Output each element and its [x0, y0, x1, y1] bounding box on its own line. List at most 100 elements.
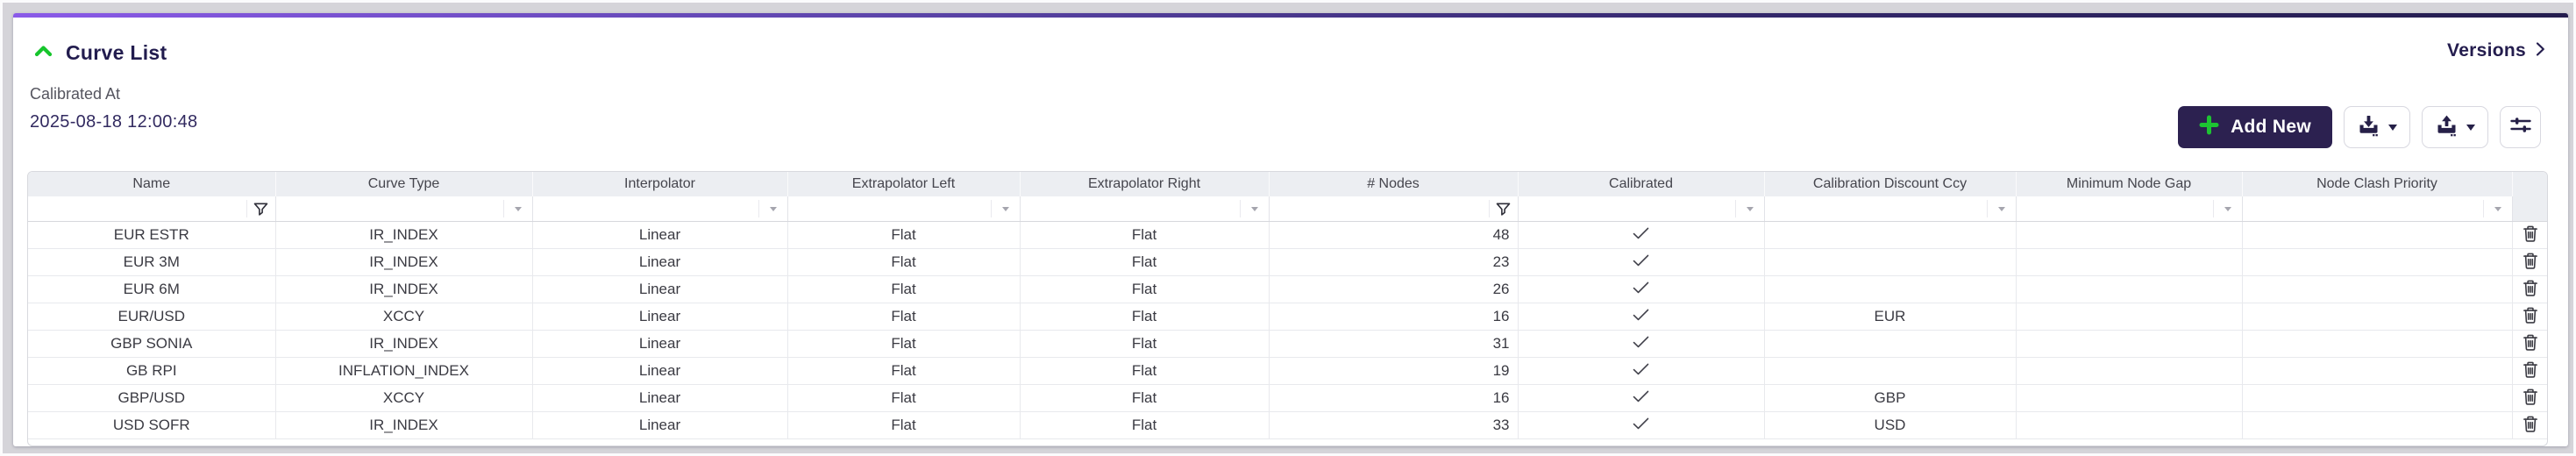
curve-table: Name Curve Type Interpolator Extrapolator L…: [27, 171, 2548, 446]
filter-input-nodes[interactable]: [1270, 198, 1498, 219]
cell-extrapolator_right: Flat: [1020, 248, 1270, 276]
table-row[interactable]: GB RPI INFLATION_INDEX Linear Flat Flat 19: [28, 357, 2547, 385]
column-header-extrapolator_left[interactable]: Extrapolator Left: [787, 172, 1021, 196]
delete-row-button[interactable]: [2520, 386, 2541, 410]
calibrated-at-value: 2025-08-18 12:00:48: [30, 112, 198, 132]
filter-input-interpolator[interactable]: [534, 198, 768, 219]
column-header-extrapolator_right[interactable]: Extrapolator Right: [1020, 172, 1270, 196]
cell-node_clash_priority: [2242, 275, 2513, 303]
cell-actions: [2512, 303, 2547, 331]
table-header-row: Name Curve Type Interpolator Extrapolator L…: [28, 172, 2547, 196]
cell-calibrated: [1518, 357, 1765, 385]
cell-minimum_node_gap: [2016, 221, 2243, 249]
cell-interpolator: Linear: [532, 275, 788, 303]
cell-interpolator: Linear: [532, 221, 788, 249]
filter-cell-calibration_discount_ccy[interactable]: [1764, 196, 2017, 222]
cell-nodes: 33: [1269, 411, 1519, 439]
filter-cell-minimum_node_gap[interactable]: [2016, 196, 2243, 222]
caret-down-icon[interactable]: [1239, 200, 1269, 217]
caret-down-icon[interactable]: [1986, 200, 2016, 217]
delete-row-button[interactable]: [2520, 223, 2541, 247]
table-row[interactable]: USD SOFR IR_INDEX Linear Flat Flat 33 USD: [28, 411, 2547, 439]
cell-curve_type: INFLATION_INDEX: [275, 357, 533, 385]
versions-link[interactable]: Versions: [2447, 40, 2545, 61]
trash-icon: [2523, 388, 2538, 409]
funnel-filter-icon[interactable]: [246, 200, 275, 217]
filter-cell-node_clash_priority[interactable]: [2242, 196, 2513, 222]
cell-nodes: 19: [1269, 357, 1519, 385]
cell-calibrated: [1518, 248, 1765, 276]
caret-down-icon: [2466, 124, 2475, 131]
cell-curve_type: XCCY: [275, 384, 533, 412]
section-collapse-header[interactable]: Curve List: [34, 41, 167, 65]
filter-cell-extrapolator_right[interactable]: [1020, 196, 1270, 222]
caret-down-icon[interactable]: [502, 200, 532, 217]
sliders-icon: [2509, 114, 2532, 140]
filter-input-extrapolator_right[interactable]: [1021, 198, 1249, 219]
column-settings-button[interactable]: [2500, 106, 2541, 148]
column-header-interpolator[interactable]: Interpolator: [532, 172, 788, 196]
cell-name: GBP SONIA: [28, 330, 276, 358]
filter-cell-extrapolator_left[interactable]: [787, 196, 1021, 222]
cell-extrapolator_left: Flat: [787, 357, 1021, 385]
cell-interpolator: Linear: [532, 248, 788, 276]
column-header-calibration_discount_ccy[interactable]: Calibration Discount Ccy: [1764, 172, 2017, 196]
caret-down-icon[interactable]: [2482, 200, 2512, 217]
download-icon: [2357, 114, 2380, 141]
cell-minimum_node_gap: [2016, 384, 2243, 412]
column-header-name[interactable]: Name: [28, 172, 276, 196]
table-row[interactable]: EUR ESTR IR_INDEX Linear Flat Flat 48: [28, 221, 2547, 249]
table-row[interactable]: EUR 6M IR_INDEX Linear Flat Flat 26: [28, 275, 2547, 303]
filter-input-calibration_discount_ccy[interactable]: [1766, 198, 1996, 219]
caret-down-icon[interactable]: [2212, 200, 2242, 217]
check-icon: [1633, 362, 1649, 379]
delete-row-button[interactable]: [2520, 304, 2541, 329]
chevron-up-icon[interactable]: [34, 45, 53, 61]
filter-cell-curve_type[interactable]: [275, 196, 533, 222]
filter-input-calibrated[interactable]: [1519, 198, 1745, 219]
delete-row-button[interactable]: [2520, 359, 2541, 383]
column-header-minimum_node_gap[interactable]: Minimum Node Gap: [2016, 172, 2243, 196]
cell-name: GB RPI: [28, 357, 276, 385]
import-upload-button[interactable]: [2422, 106, 2488, 148]
cell-name: EUR 6M: [28, 275, 276, 303]
caret-down-icon[interactable]: [1734, 200, 1764, 217]
delete-row-button[interactable]: [2520, 413, 2541, 438]
check-icon: [1633, 335, 1649, 352]
export-download-button[interactable]: [2344, 106, 2410, 148]
caret-down-icon[interactable]: [990, 200, 1020, 217]
table-row[interactable]: GBP/USD XCCY Linear Flat Flat 16 GBP: [28, 384, 2547, 412]
filter-cell-calibrated[interactable]: [1518, 196, 1765, 222]
table-row[interactable]: EUR 3M IR_INDEX Linear Flat Flat 23: [28, 248, 2547, 276]
table-bottom-gutter: [28, 439, 2547, 445]
filter-cell-nodes[interactable]: [1269, 196, 1519, 222]
cell-curve_type: IR_INDEX: [275, 330, 533, 358]
filter-input-extrapolator_left[interactable]: [789, 198, 1000, 219]
cell-extrapolator_right: Flat: [1020, 275, 1270, 303]
column-header-nodes[interactable]: # Nodes: [1269, 172, 1519, 196]
add-new-button[interactable]: Add New: [2178, 106, 2332, 148]
column-header-calibrated[interactable]: Calibrated: [1518, 172, 1765, 196]
check-icon: [1633, 253, 1649, 270]
filter-input-curve_type[interactable]: [277, 198, 513, 219]
filter-cell-name[interactable]: [28, 196, 276, 222]
filter-input-node_clash_priority[interactable]: [2244, 198, 2493, 219]
delete-row-button[interactable]: [2520, 331, 2541, 356]
funnel-filter-icon[interactable]: [1488, 200, 1518, 217]
column-header-node_clash_priority[interactable]: Node Clash Priority: [2242, 172, 2513, 196]
page-background: Curve List Versions Calibrated At 2025-0…: [0, 0, 2576, 456]
cell-calibration_discount_ccy: [1764, 330, 2017, 358]
filter-cell-interpolator[interactable]: [532, 196, 788, 222]
filter-input-name[interactable]: [30, 198, 256, 219]
table-row[interactable]: EUR/USD XCCY Linear Flat Flat 16 EUR: [28, 303, 2547, 331]
delete-row-button[interactable]: [2520, 250, 2541, 274]
calibrated-at-label: Calibrated At: [30, 85, 121, 103]
cell-extrapolator_left: Flat: [787, 411, 1021, 439]
cell-calibration_discount_ccy: [1764, 248, 2017, 276]
column-header-curve_type[interactable]: Curve Type: [275, 172, 533, 196]
caret-down-icon[interactable]: [758, 200, 787, 217]
cell-actions: [2512, 411, 2547, 439]
delete-row-button[interactable]: [2520, 277, 2541, 302]
filter-input-minimum_node_gap[interactable]: [2017, 198, 2223, 219]
table-row[interactable]: GBP SONIA IR_INDEX Linear Flat Flat 31: [28, 330, 2547, 358]
